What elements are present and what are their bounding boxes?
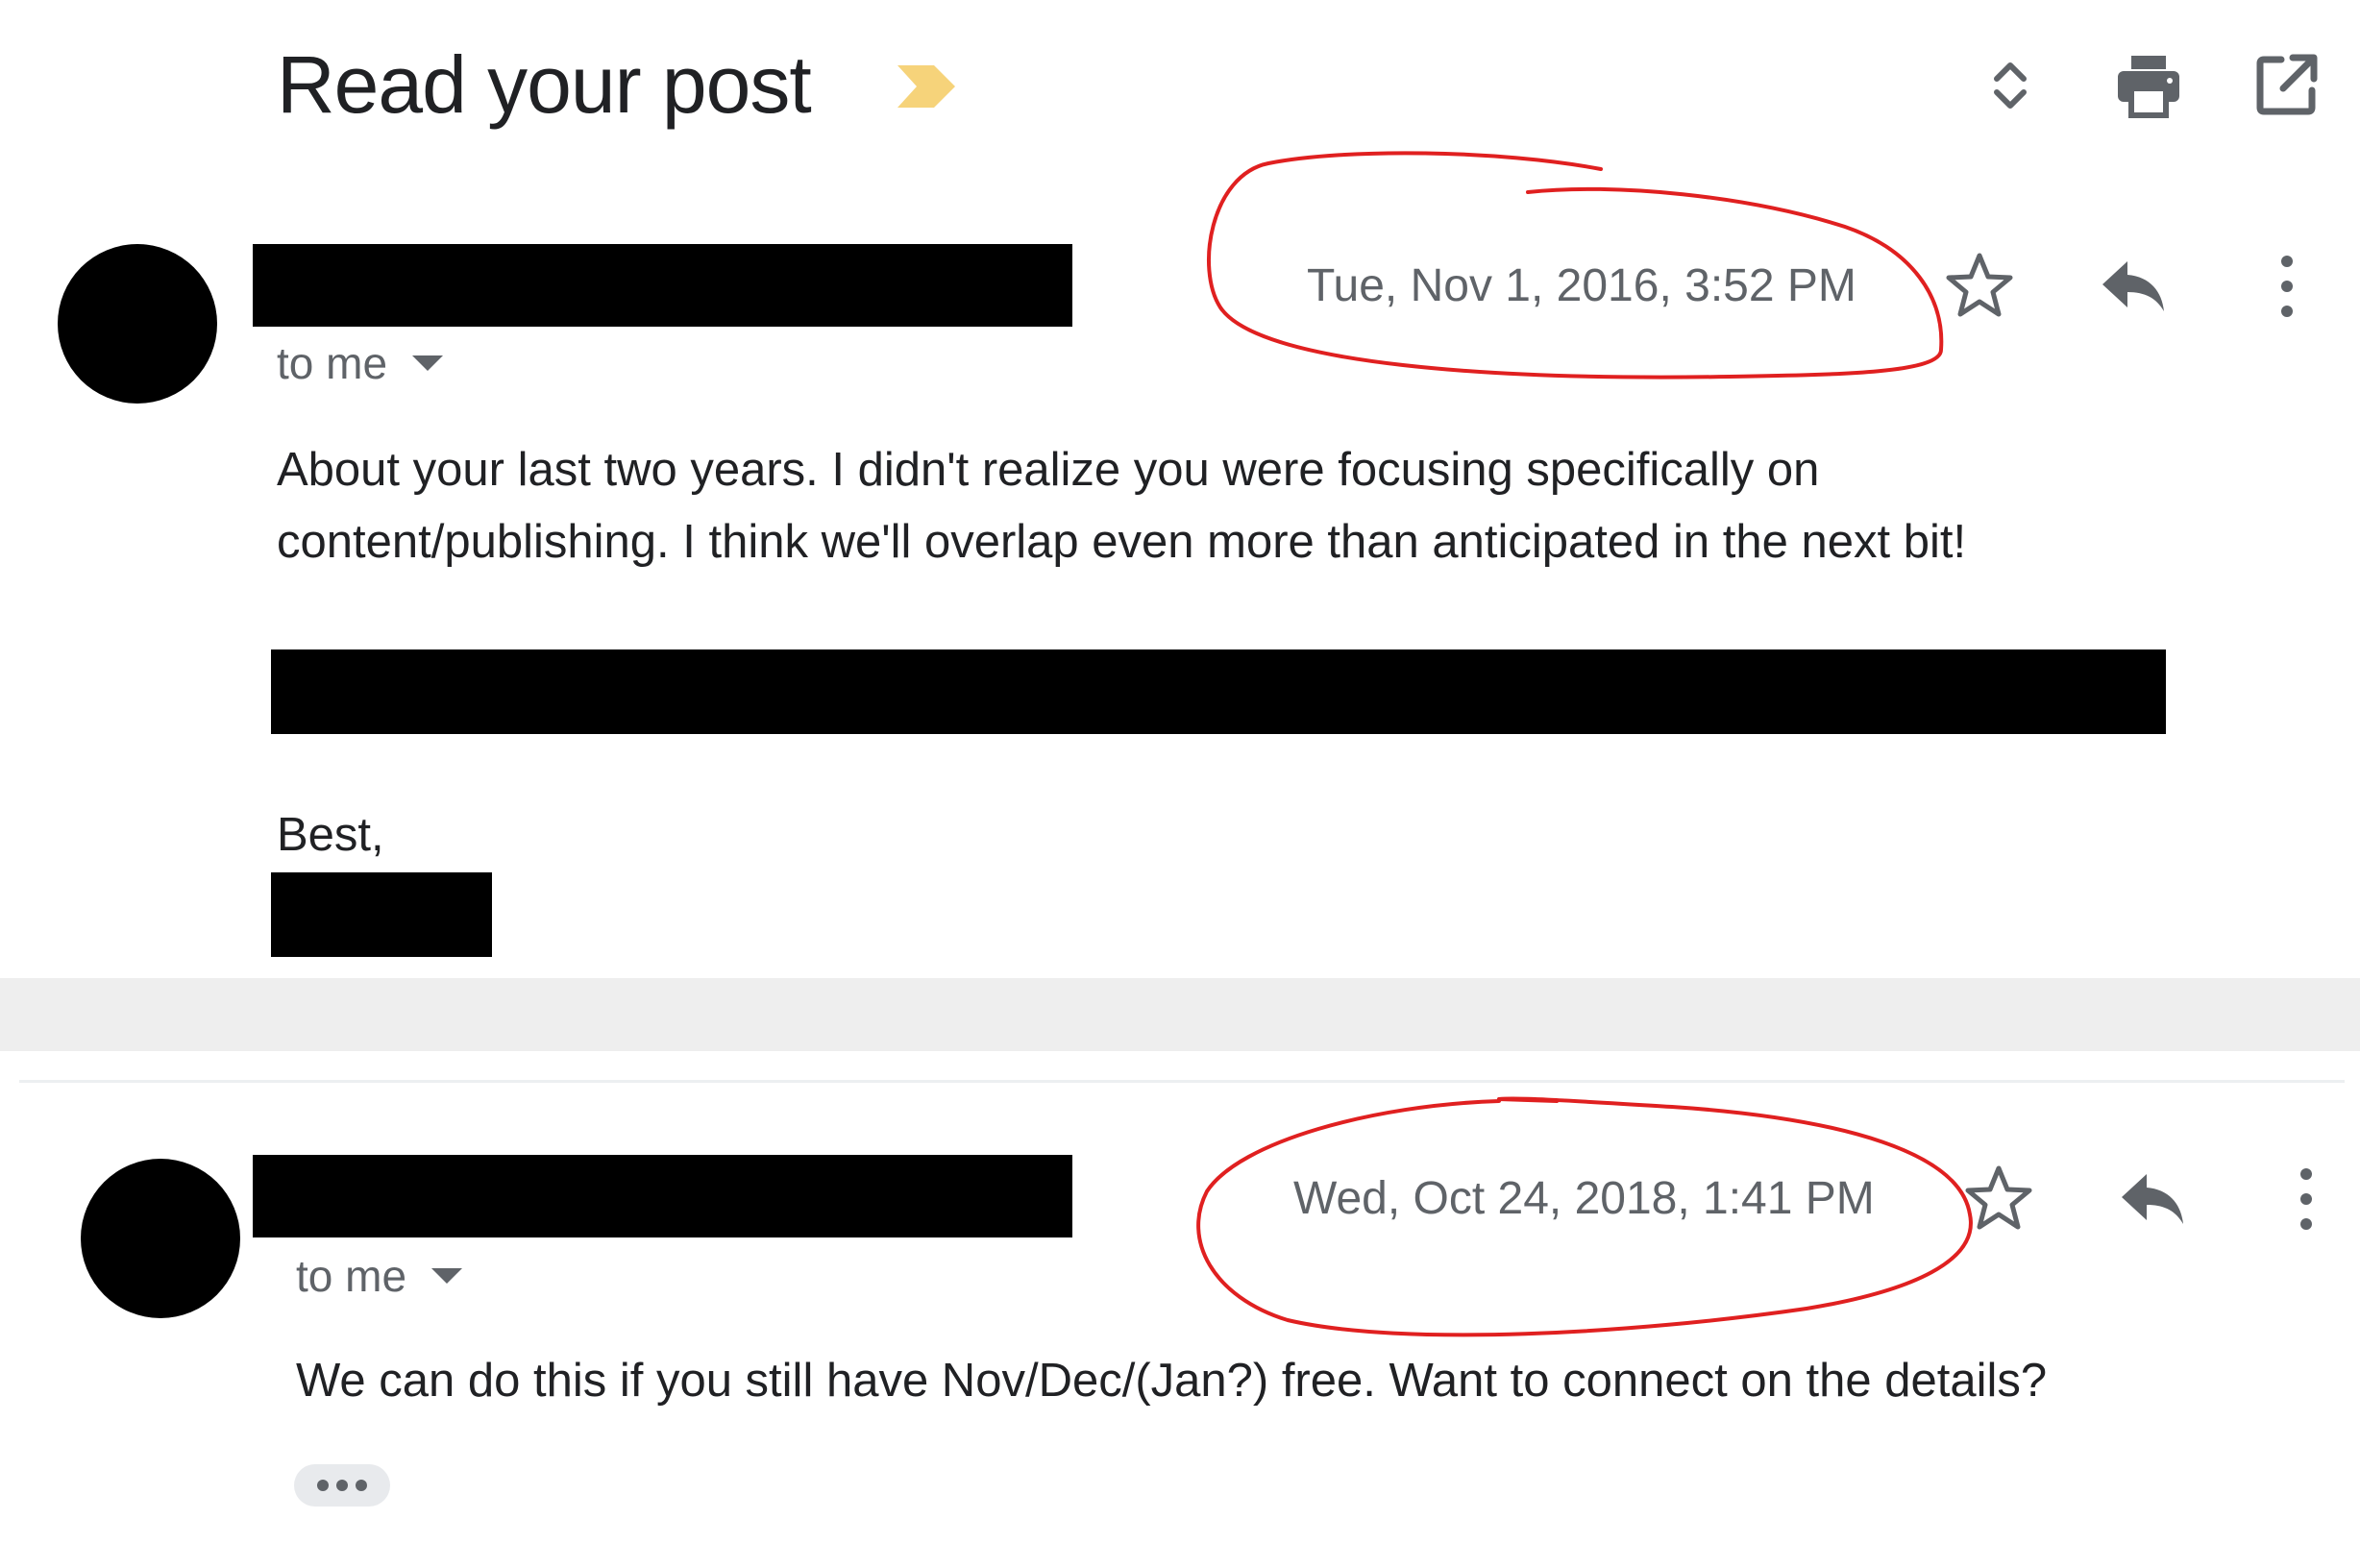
message-body: About your last two years. I didn't real… [277,434,1966,578]
dot [317,1480,329,1491]
redacted-signature [271,872,492,957]
sender-avatar[interactable] [58,244,217,404]
message-body-line: content/publishing. I think we'll overla… [277,516,1967,568]
message-body-line: About your last two years. I didn't real… [277,444,1820,496]
chevron-down-icon [412,355,444,371]
message-body: We can do this if you still have Nov/Dec… [296,1345,2047,1417]
message-date: Tue, Nov 1, 2016, 3:52 PM [1307,260,1856,311]
redacted-sender-name [253,1155,1072,1237]
red-annotation-overlay [1196,151,1973,1337]
message-body-line: We can do this if you still have Nov/Dec… [296,1355,2048,1407]
redacted-text-block [271,649,2166,734]
chevron-down-icon [431,1267,463,1284]
recipient-details[interactable]: to me [277,336,444,390]
message-date: Wed, Oct 24, 2018, 1:41 PM [1293,1173,1875,1224]
importance-marker-icon[interactable] [894,60,961,113]
star-icon[interactable] [1941,248,2018,325]
open-in-new-icon[interactable] [2252,50,2322,119]
email-subject: Read your post [277,39,812,130]
dot [336,1480,348,1491]
message-divider-band [0,978,2360,1051]
show-trimmed-content-button[interactable] [294,1464,390,1507]
redacted-sender-name [253,244,1072,327]
recipient-label: to me [277,338,388,388]
unfold-icon[interactable] [1976,50,2045,119]
message-divider-line [19,1080,2345,1083]
more-vert-icon[interactable] [2268,1161,2345,1237]
recipient-label: to me [296,1251,407,1301]
star-icon[interactable] [1960,1161,2037,1237]
signoff-text: Best, [277,809,384,861]
more-vert-icon[interactable] [2249,248,2325,325]
reply-icon[interactable] [2114,1161,2191,1237]
dot [356,1480,367,1491]
recipient-details[interactable]: to me [296,1249,463,1303]
print-icon[interactable] [2114,50,2183,119]
sender-avatar[interactable] [81,1159,240,1318]
reply-icon[interactable] [2095,248,2172,325]
